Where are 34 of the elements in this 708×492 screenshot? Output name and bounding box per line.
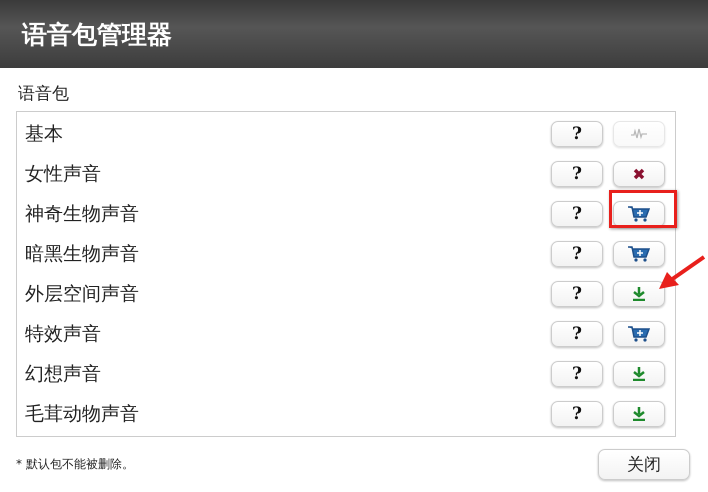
pack-name: 女性声音 xyxy=(25,162,102,187)
pack-name: 暗黑生物声音 xyxy=(25,242,140,267)
help-button[interactable]: ? xyxy=(551,361,603,387)
pack-name: 毛茸动物声音 xyxy=(25,402,140,427)
cart-icon xyxy=(628,326,650,342)
window-title: 语音包管理器 xyxy=(22,18,172,50)
list-label: 语音包 xyxy=(18,83,69,105)
cart-button[interactable] xyxy=(613,201,665,227)
download-button[interactable] xyxy=(613,401,665,427)
download-button[interactable] xyxy=(613,361,665,387)
cart-icon xyxy=(628,246,650,262)
delete-button[interactable] xyxy=(613,161,665,187)
help-button[interactable]: ? xyxy=(551,241,603,267)
pack-name: 神奇生物声音 xyxy=(25,202,140,227)
close-button[interactable]: 关闭 xyxy=(598,449,690,480)
help-button[interactable]: ? xyxy=(551,281,603,307)
help-button[interactable]: ? xyxy=(551,401,603,427)
waveform-icon xyxy=(631,128,647,140)
pack-name: 特效声音 xyxy=(25,322,102,347)
help-button[interactable]: ? xyxy=(551,161,603,187)
download-icon xyxy=(633,407,645,421)
download-icon xyxy=(633,367,645,381)
pack-name: 外层空间声音 xyxy=(25,282,140,307)
download-button[interactable] xyxy=(613,281,665,307)
help-button[interactable]: ? xyxy=(551,321,603,347)
cart-button[interactable] xyxy=(613,241,665,267)
help-button[interactable]: ? xyxy=(551,201,603,227)
cart-button[interactable] xyxy=(613,321,665,347)
cart-icon xyxy=(628,206,650,222)
pack-name: 幻想声音 xyxy=(25,362,102,387)
download-icon xyxy=(633,287,645,301)
pack-name: 基本 xyxy=(25,122,64,147)
footnote: * 默认包不能被删除。 xyxy=(16,456,134,473)
delete-icon xyxy=(633,168,645,180)
